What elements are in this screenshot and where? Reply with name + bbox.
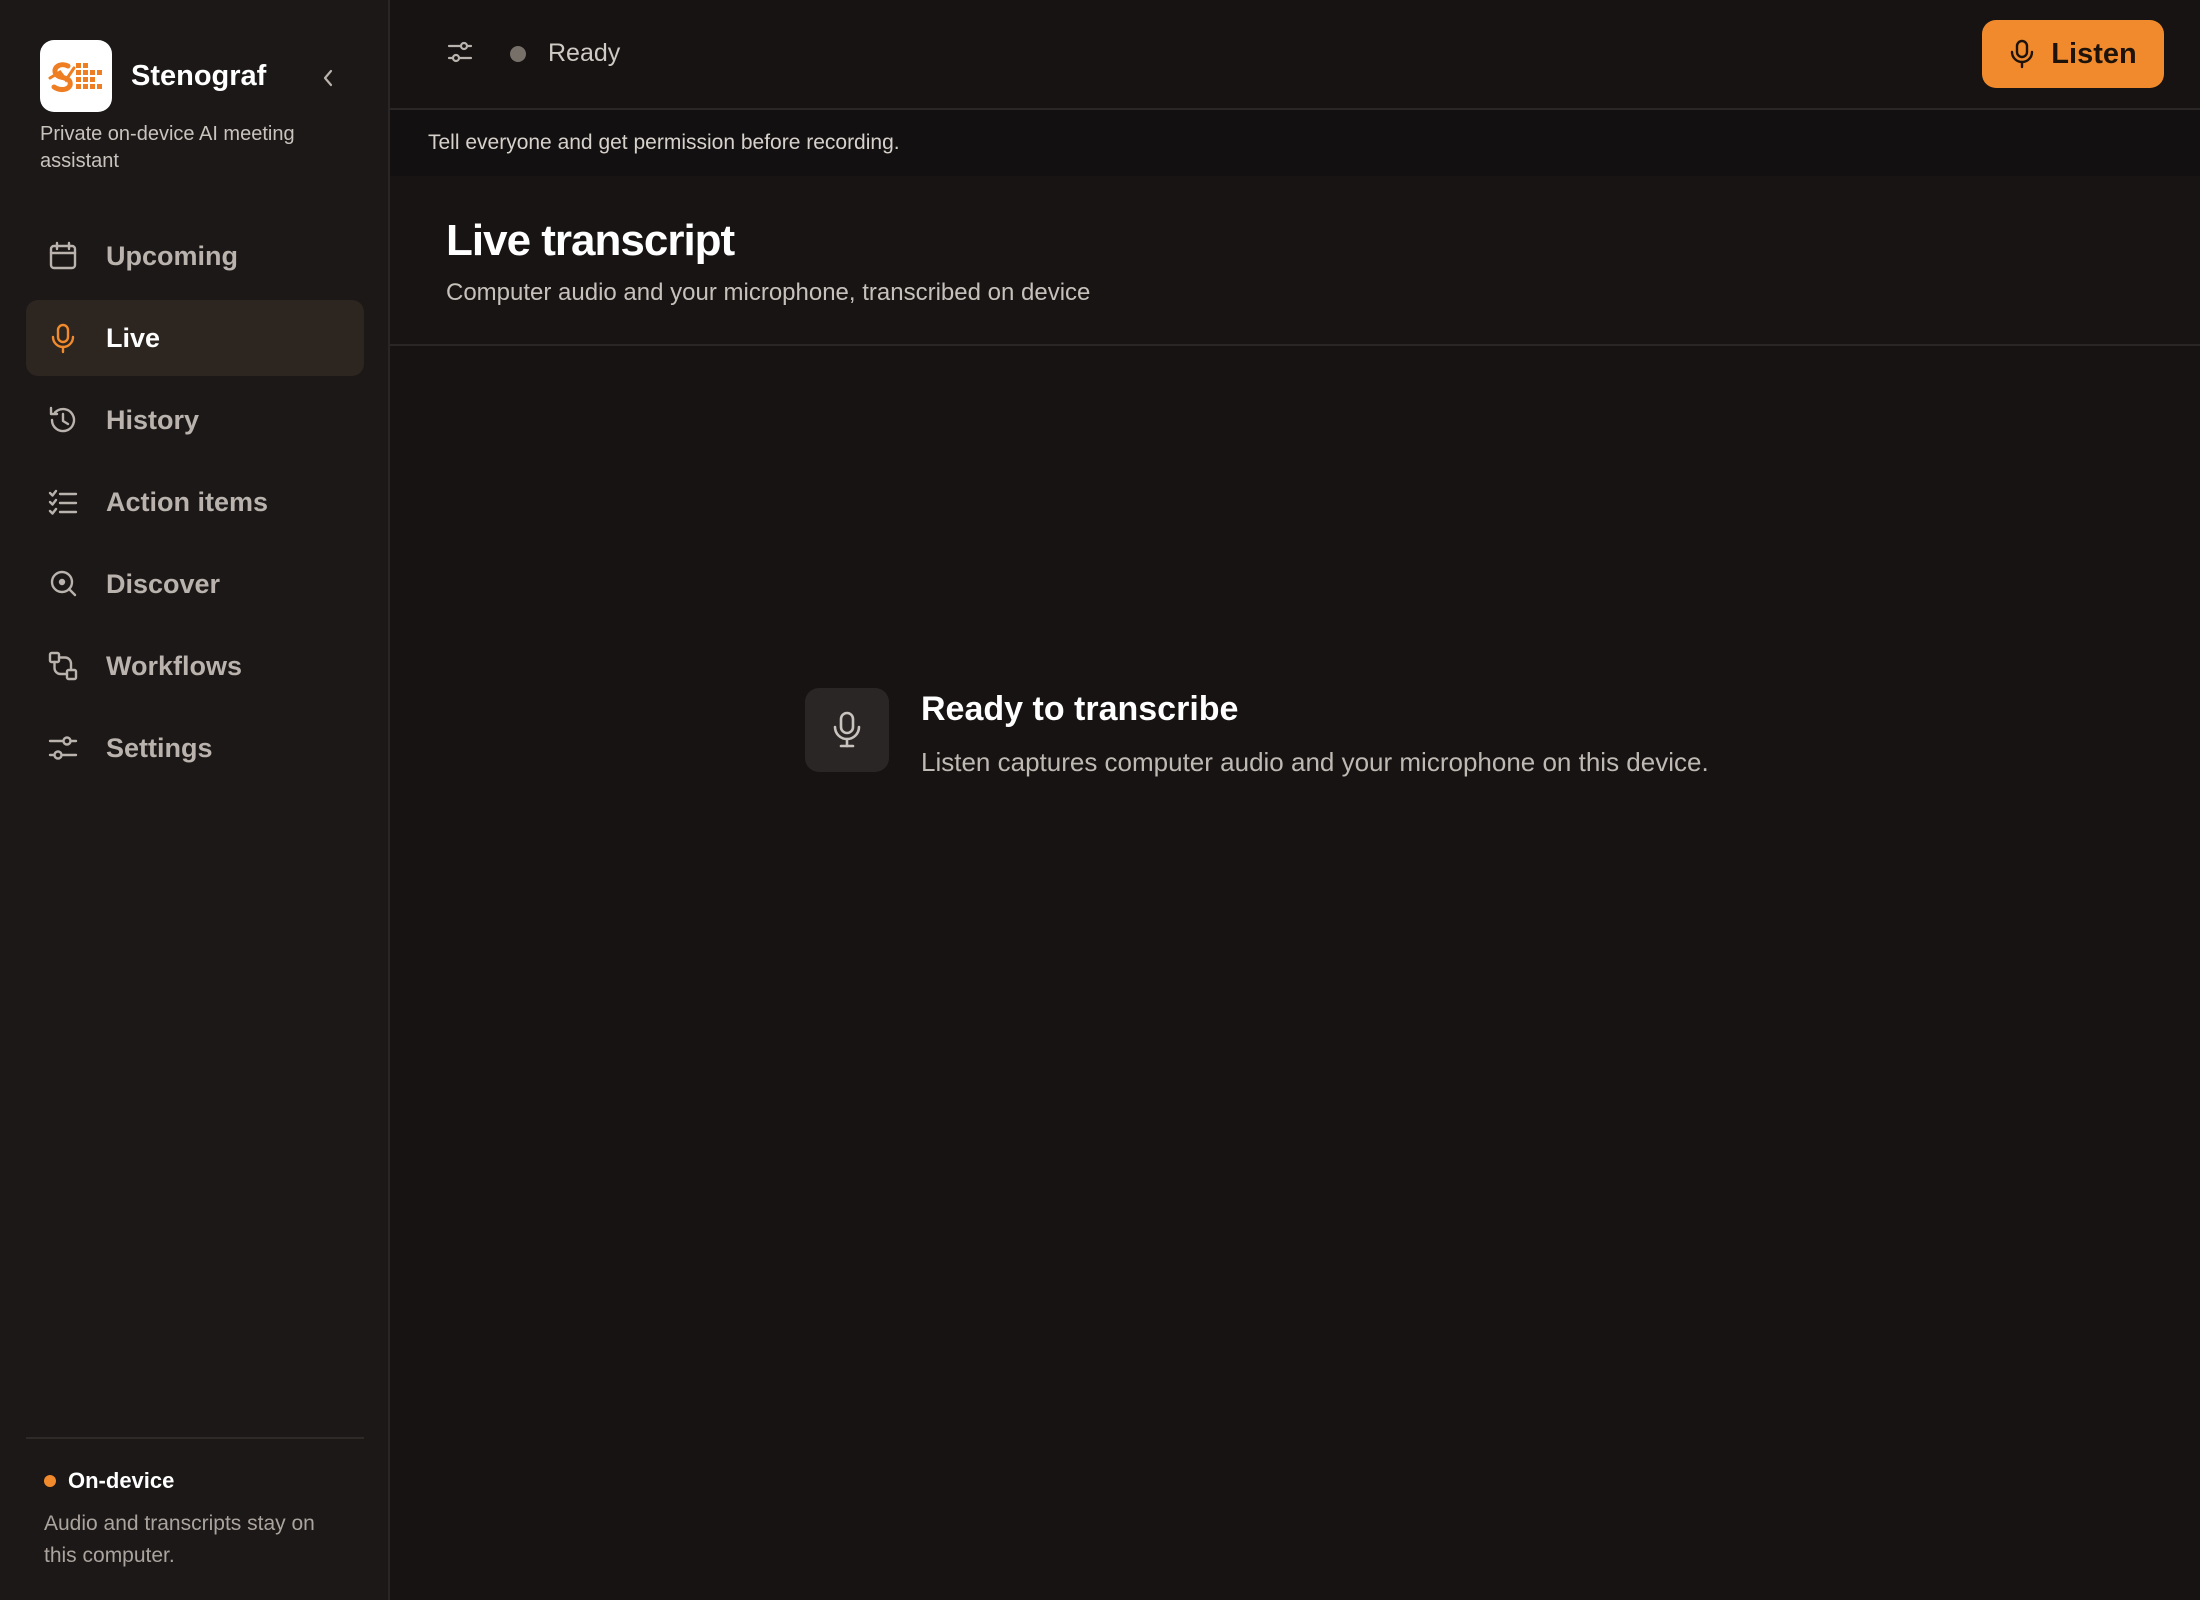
sidebar-item-live[interactable]: Live [26,300,364,376]
empty-state: Ready to transcribe Listen captures comp… [805,688,1709,778]
listen-button[interactable]: Listen [1982,20,2164,88]
sidebar-nav: Upcoming Live History Action items Disco… [26,218,364,792]
search-icon [46,567,80,601]
page-title: Live transcript [446,216,735,265]
sliders-icon [46,731,80,765]
microphone-icon [2011,39,2034,69]
sidebar-item-label: Live [106,322,161,353]
listen-button-label: Listen [2051,37,2137,70]
chevron-left-icon [323,69,333,87]
empty-state-description: Listen captures computer audio and your … [921,747,1709,777]
app-tagline: Private on-device AI meeting assistant [40,123,295,172]
sidebar-item-history[interactable]: History [26,382,364,458]
app-name: Stenograf [131,59,267,92]
on-device-status-dot [44,1475,56,1487]
microphone-icon [805,688,889,772]
consent-notice: Tell everyone and get permission before … [390,110,2200,176]
sidebar-item-upcoming[interactable]: Upcoming [26,218,364,294]
on-device-title: On-device [68,1468,175,1493]
sidebar: Stenograf Private on-device AI meeting a… [0,0,390,1600]
workflow-icon [46,649,80,683]
sidebar-item-settings[interactable]: Settings [26,710,364,786]
collapse-sidebar-button[interactable] [312,60,344,96]
on-device-description: Audio and transcripts stay on this compu… [44,1512,315,1567]
brand: Stenograf [40,40,266,112]
page-subtitle: Computer audio and your microphone, tran… [446,279,1091,306]
calendar-icon [46,239,80,273]
sidebar-item-action-items[interactable]: Action items [26,464,364,540]
sidebar-item-workflows[interactable]: Workflows [26,628,364,704]
page-header: Live transcript Computer audio and your … [390,176,2200,346]
transcription-settings-button[interactable] [440,32,480,72]
checklist-icon [46,485,80,519]
sliders-icon [447,41,473,63]
sidebar-item-label: Action items [106,486,269,517]
status-text: Ready [548,39,621,67]
sidebar-item-label: Discover [106,568,221,599]
sidebar-item-label: Workflows [106,650,243,681]
sidebar-item-label: Upcoming [106,240,238,271]
sidebar-item-discover[interactable]: Discover [26,546,364,622]
top-bar: Ready Listen [390,0,2200,110]
main-content: Ready Listen Tell everyone and get permi… [390,0,2200,1600]
app-logo [40,40,112,112]
sidebar-item-label: History [106,404,200,435]
empty-state-title: Ready to transcribe [921,690,1239,728]
sidebar-item-label: Settings [106,732,213,763]
app-window: Stenograf Private on-device AI meeting a… [0,0,2200,1600]
microphone-icon [46,321,80,355]
sidebar-divider [26,1437,364,1439]
status-indicator-dot [510,46,526,62]
on-device-notice: On-device Audio and transcripts stay on … [44,1468,344,1572]
history-icon [46,403,80,437]
